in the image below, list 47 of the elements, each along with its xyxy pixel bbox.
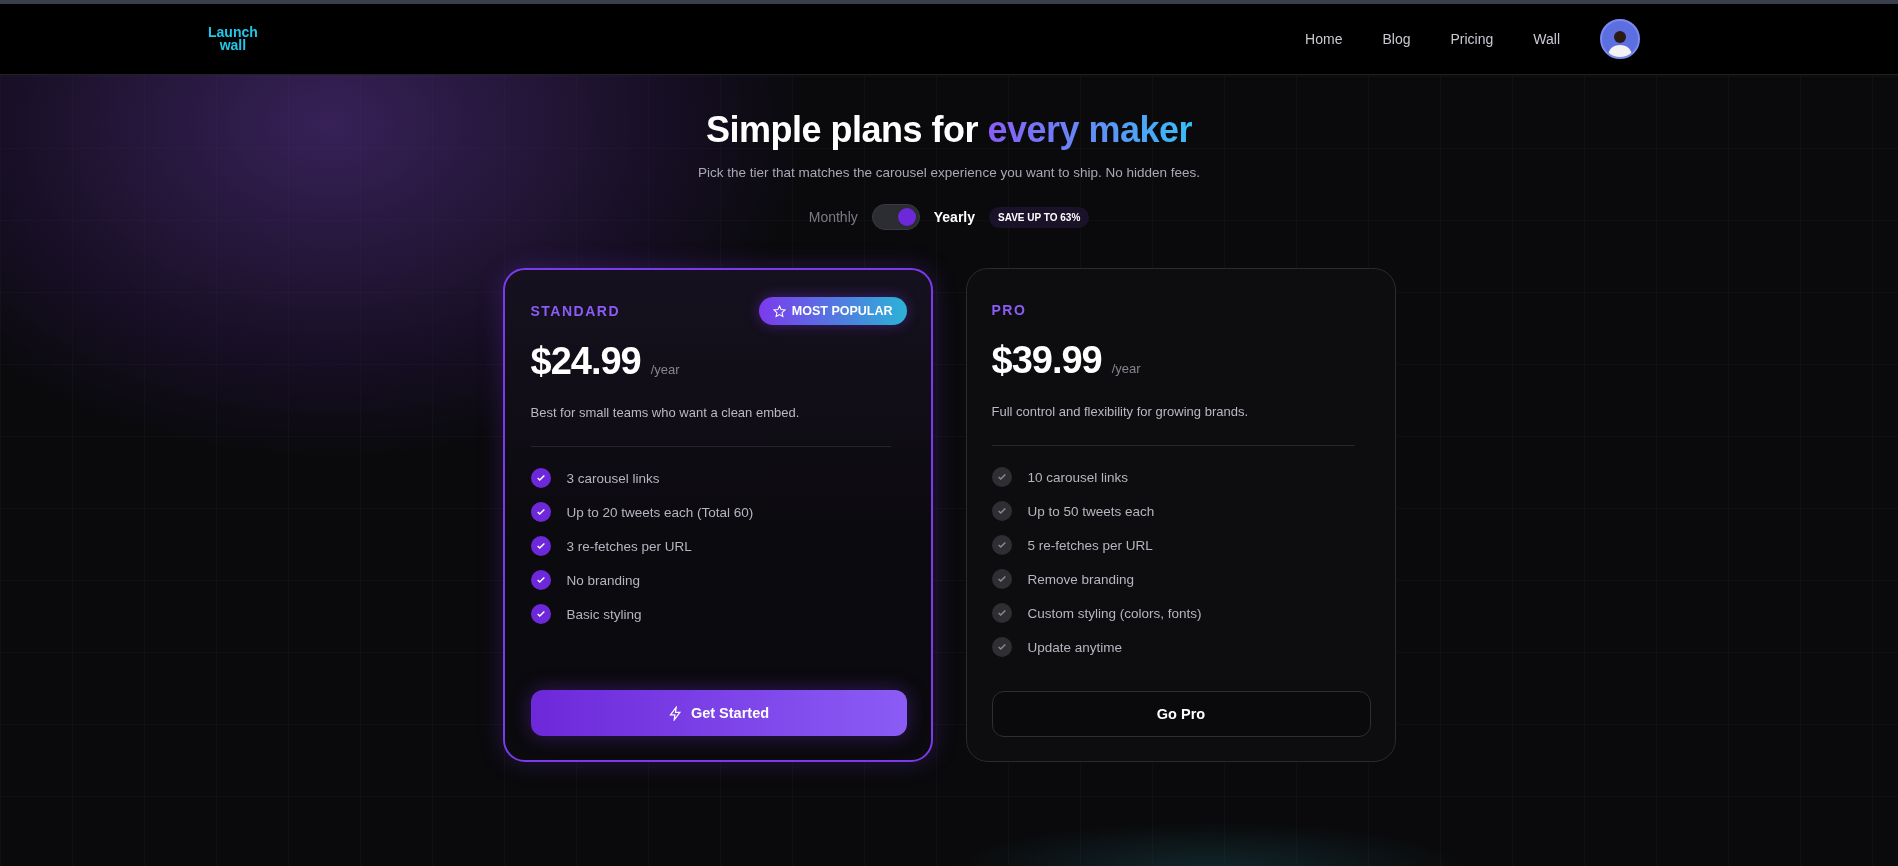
price-period: /year [1111, 361, 1141, 376]
page-heading: Simple plans for every maker [705, 109, 1193, 151]
plan-name: STANDARD [530, 303, 620, 319]
check-icon [991, 603, 1012, 623]
check-icon [991, 535, 1012, 555]
savings-badge: SAVE UP TO 63% [989, 206, 1090, 228]
billing-option-label[interactable]: Monthly [808, 209, 858, 225]
feature-text: 3 carousel links [566, 470, 660, 486]
feature-text: Remove branding [1027, 571, 1135, 587]
avatar-icon[interactable] [1600, 19, 1640, 59]
nav-link[interactable]: Blog [1382, 31, 1411, 47]
plan-price: $24.99 [530, 340, 641, 383]
badge-text: MOST POPULAR [791, 304, 893, 318]
feature-text: No branding [566, 572, 641, 588]
check-icon [530, 468, 551, 488]
billing-option-label[interactable]: Yearly [933, 209, 975, 225]
get-started-button[interactable]: Get Started [530, 690, 907, 736]
feature-text: 5 re-fetches per URL [1027, 537, 1153, 553]
check-icon [991, 637, 1012, 657]
check-icon [991, 569, 1012, 589]
check-icon [530, 604, 551, 624]
go-pro-button[interactable]: Go Pro [991, 691, 1371, 737]
feature-text: 10 carousel links [1027, 469, 1129, 485]
feature-text: Basic styling [566, 606, 642, 622]
launch-wall-logo[interactable]: Launch wall [208, 26, 258, 52]
check-icon [991, 501, 1012, 521]
feature-text: Update anytime [1027, 639, 1123, 655]
star-icon [772, 304, 786, 318]
page-subtitle: Pick the tier that matches the carousel experience you want to ship. No hidden fees. [698, 165, 1200, 180]
feature-text: Custom styling (colors, fonts) [1027, 605, 1202, 621]
plan-description: Best for small teams who want a clean embed. [530, 405, 801, 420]
check-icon [991, 467, 1012, 487]
nav-link[interactable]: Pricing [1450, 31, 1494, 47]
feature-text: Up to 20 tweets each (Total 60) [566, 504, 754, 520]
check-icon [530, 570, 551, 590]
price-period: /year [650, 362, 680, 377]
lightning-icon [667, 705, 683, 721]
plan-description: Full control and flexibility for growing brands. [991, 404, 1249, 419]
nav-link[interactable]: Wall [1533, 31, 1560, 47]
plan-price: $39.99 [991, 339, 1102, 382]
feature-text: 3 re-fetches per URL [566, 538, 692, 554]
feature-text: Up to 50 tweets each [1027, 503, 1155, 519]
plan-name: PRO [991, 302, 1027, 318]
check-icon [530, 502, 551, 522]
billing-toggle[interactable] [871, 204, 920, 230]
nav-link[interactable]: Home [1305, 31, 1343, 47]
check-icon [530, 536, 551, 556]
